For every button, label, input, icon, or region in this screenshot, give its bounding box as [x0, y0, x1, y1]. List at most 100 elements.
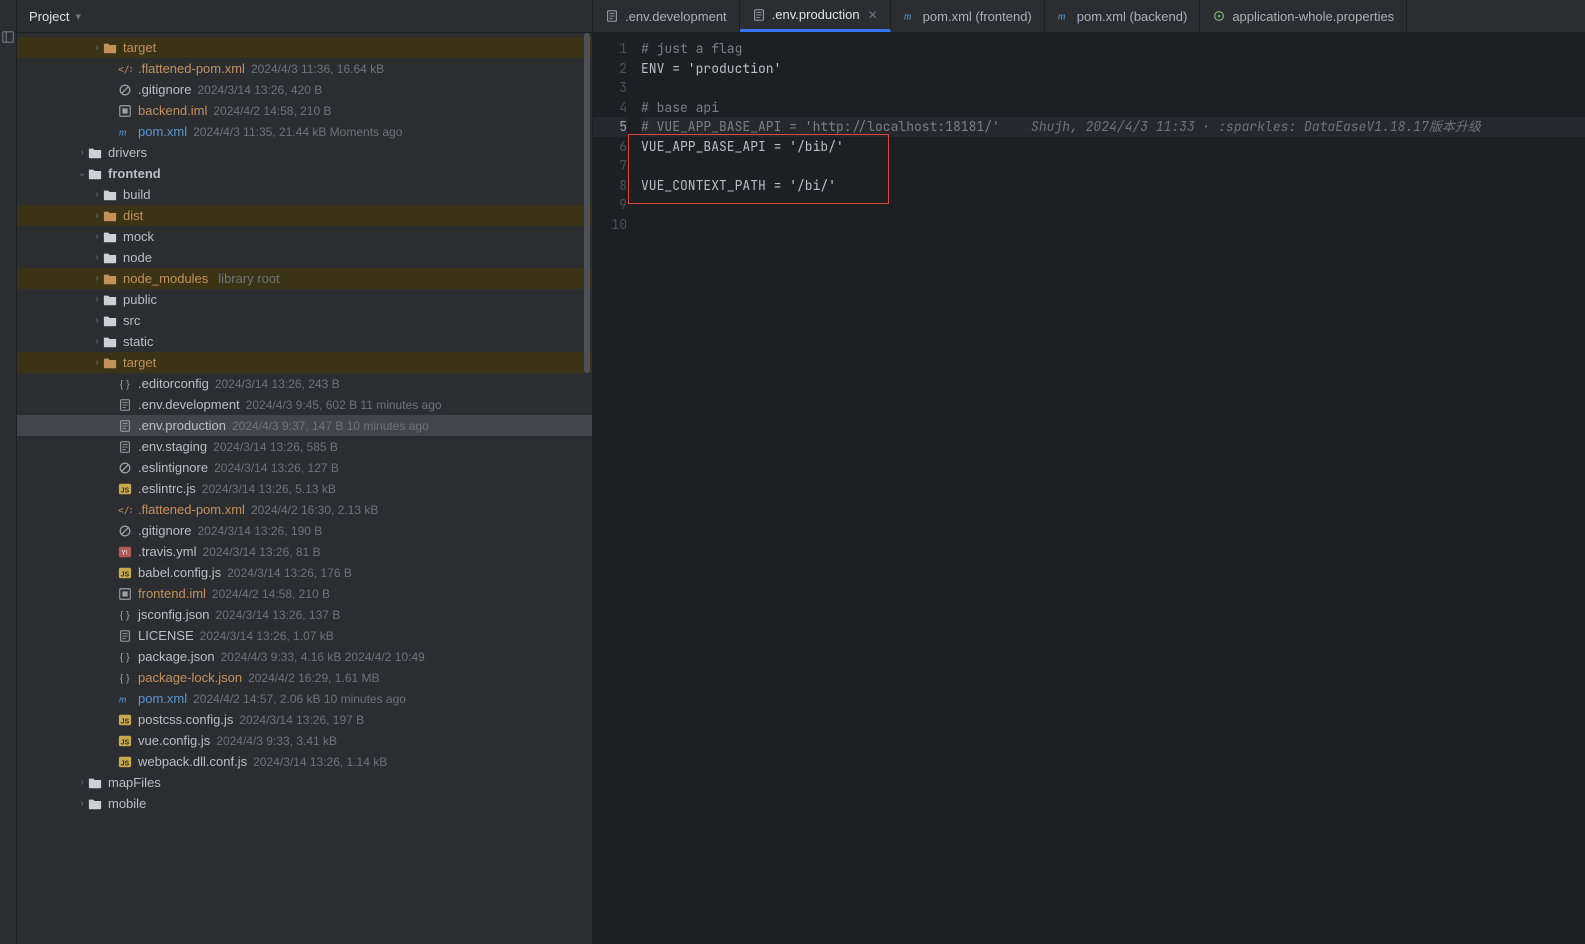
- tree-item[interactable]: ›drivers: [17, 142, 592, 163]
- code-line[interactable]: # VUE_APP_BASE_API = 'http://localhost:1…: [641, 117, 1585, 137]
- code-line[interactable]: VUE_APP_BASE_API = '/bib/': [641, 137, 1585, 157]
- tree-item[interactable]: { }package-lock.json2024/4/2 16:29, 1.61…: [17, 667, 592, 688]
- chevron-right-icon[interactable]: ›: [92, 189, 102, 200]
- tree-item[interactable]: ›mobile: [17, 793, 592, 814]
- folder-icon: [102, 292, 118, 308]
- tree-item-meta: 2024/4/3 11:36, 16.64 kB: [251, 62, 384, 76]
- tree-item[interactable]: ›node: [17, 247, 592, 268]
- tree-item[interactable]: Y!.travis.yml2024/3/14 13:26, 81 B: [17, 541, 592, 562]
- tree-item[interactable]: mpom.xml2024/4/2 14:57, 2.06 kB 10 minut…: [17, 688, 592, 709]
- chevron-down-icon[interactable]: ⌄: [77, 168, 87, 179]
- code-line[interactable]: [641, 156, 1585, 176]
- editor-code[interactable]: # just a flagENV = 'production' # base ap…: [641, 33, 1585, 944]
- tree-item-meta: 2024/4/3 9:33, 4.16 kB 2024/4/2 10:49: [221, 650, 425, 664]
- svg-text:{ }: { }: [120, 609, 130, 621]
- tree-item[interactable]: .gitignore2024/3/14 13:26, 190 B: [17, 520, 592, 541]
- tab-label: .env.development: [625, 9, 727, 24]
- code-line[interactable]: [641, 215, 1585, 235]
- tree-item[interactable]: LICENSE2024/3/14 13:26, 1.07 kB: [17, 625, 592, 646]
- tree-item[interactable]: { }package.json2024/4/3 9:33, 4.16 kB 20…: [17, 646, 592, 667]
- code-line[interactable]: ENV = 'production': [641, 59, 1585, 79]
- tree-item[interactable]: ›target: [17, 37, 592, 58]
- tree-item-label: public: [123, 292, 157, 307]
- code-line[interactable]: VUE_CONTEXT_PATH = '/bi/': [641, 176, 1585, 196]
- folder-o-icon: [102, 355, 118, 371]
- tree-item[interactable]: ⌄frontend: [17, 163, 592, 184]
- tree-item[interactable]: backend.iml2024/4/2 14:58, 210 B: [17, 100, 592, 121]
- tree-item-label: webpack.dll.conf.js: [138, 754, 247, 769]
- project-tool-icon[interactable]: [1, 30, 15, 44]
- close-icon[interactable]: ✕: [868, 8, 878, 22]
- tree-item[interactable]: ›node_moduleslibrary root: [17, 268, 592, 289]
- chevron-right-icon[interactable]: ›: [92, 315, 102, 326]
- tree-item[interactable]: ›build: [17, 184, 592, 205]
- chevron-right-icon[interactable]: ›: [92, 210, 102, 221]
- svg-text:JS: JS: [121, 571, 130, 578]
- tree-item[interactable]: JS.eslintrc.js2024/3/14 13:26, 5.13 kB: [17, 478, 592, 499]
- tree-item[interactable]: ›mock: [17, 226, 592, 247]
- code-line[interactable]: # just a flag: [641, 39, 1585, 59]
- tree-item[interactable]: </>.flattened-pom.xml2024/4/2 16:30, 2.1…: [17, 499, 592, 520]
- tree-item[interactable]: ›target: [17, 352, 592, 373]
- chevron-right-icon[interactable]: ›: [92, 252, 102, 263]
- line-number: 8: [593, 176, 627, 196]
- tree-item-label: jsconfig.json: [138, 607, 210, 622]
- yml-icon: Y!: [117, 544, 133, 560]
- folder-icon: [87, 145, 103, 161]
- chevron-right-icon[interactable]: ›: [92, 294, 102, 305]
- tree-item[interactable]: mpom.xml2024/4/3 11:35, 21.44 kB Moments…: [17, 121, 592, 142]
- chevron-right-icon[interactable]: ›: [92, 231, 102, 242]
- code-line[interactable]: [641, 195, 1585, 215]
- svg-text:Y!: Y!: [122, 549, 128, 556]
- tree-item[interactable]: .eslintignore2024/3/14 13:26, 127 B: [17, 457, 592, 478]
- tree-item[interactable]: .gitignore2024/3/14 13:26, 420 B: [17, 79, 592, 100]
- chevron-right-icon[interactable]: ›: [77, 798, 87, 809]
- tree-item[interactable]: { } jsconfig.json 2024/3/14 13:26, 137 B: [17, 604, 592, 625]
- tree-item[interactable]: .env.development2024/4/3 9:45, 602 B 11 …: [17, 394, 592, 415]
- chevron-right-icon[interactable]: ›: [77, 147, 87, 158]
- tree-item[interactable]: </>.flattened-pom.xml2024/4/3 11:36, 16.…: [17, 58, 592, 79]
- editor-tab[interactable]: .env.development: [593, 0, 740, 32]
- code-line[interactable]: # base api: [641, 98, 1585, 118]
- tree-item[interactable]: { }.editorconfig2024/3/14 13:26, 243 B: [17, 373, 592, 394]
- tree-item[interactable]: ›dist: [17, 205, 592, 226]
- tree-item-meta: 2024/4/2 14:58, 210 B: [212, 587, 330, 601]
- editor-tab[interactable]: mpom.xml (backend): [1045, 0, 1201, 32]
- tree-item[interactable]: JSwebpack.dll.conf.js2024/3/14 13:26, 1.…: [17, 751, 592, 772]
- tree-item-meta: 2024/3/14 13:26, 1.07 kB: [200, 629, 334, 643]
- editor-tab[interactable]: application-whole.properties: [1200, 0, 1407, 32]
- tree-item[interactable]: .env.production2024/4/3 9:37, 147 B 10 m…: [17, 415, 592, 436]
- tree-item[interactable]: .env.staging2024/3/14 13:26, 585 B: [17, 436, 592, 457]
- chevron-right-icon[interactable]: ›: [92, 273, 102, 284]
- code-line[interactable]: [641, 78, 1585, 98]
- folder-icon: [102, 313, 118, 329]
- tree-item[interactable]: frontend.iml2024/4/2 14:58, 210 B: [17, 583, 592, 604]
- code-editor[interactable]: 12345678910 # just a flagENV = 'producti…: [593, 33, 1585, 944]
- tree-item[interactable]: ›src: [17, 310, 592, 331]
- chevron-right-icon[interactable]: ›: [77, 777, 87, 788]
- tree-item[interactable]: ›mapFiles: [17, 772, 592, 793]
- editor-tab[interactable]: mpom.xml (frontend): [891, 0, 1045, 32]
- chevron-right-icon[interactable]: ›: [92, 42, 102, 53]
- tree-item-label: .gitignore: [138, 82, 191, 97]
- folder-o-icon: [102, 271, 118, 287]
- file-tree[interactable]: ›target</>.flattened-pom.xml2024/4/3 11:…: [17, 33, 592, 944]
- tree-scrollbar[interactable]: [584, 33, 590, 373]
- tree-item-meta: 2024/4/2 14:58, 210 B: [213, 104, 331, 118]
- chevron-right-icon[interactable]: ›: [92, 357, 102, 368]
- tree-item[interactable]: › public: [17, 289, 592, 310]
- chevron-right-icon[interactable]: ›: [92, 336, 102, 347]
- tree-item[interactable]: JSpostcss.config.js2024/3/14 13:26, 197 …: [17, 709, 592, 730]
- tree-item-meta: 2024/3/14 13:26, 176 B: [227, 566, 352, 580]
- ignore-icon: [117, 523, 133, 539]
- txt-icon: [117, 418, 133, 434]
- sidebar-header[interactable]: Project ▾: [17, 0, 592, 33]
- tree-item-meta: 2024/3/14 13:26, 190 B: [197, 524, 322, 538]
- tree-item[interactable]: JSvue.config.js2024/4/3 9:33, 3.41 kB: [17, 730, 592, 751]
- tree-item-meta: 2024/4/2 14:57, 2.06 kB 10 minutes ago: [193, 692, 406, 706]
- tree-item[interactable]: JSbabel.config.js2024/3/14 13:26, 176 B: [17, 562, 592, 583]
- tree-item[interactable]: ›static: [17, 331, 592, 352]
- editor-tab[interactable]: .env.production✕: [740, 0, 891, 32]
- tree-item-meta: 2024/3/14 13:26, 137 B: [216, 608, 341, 622]
- txt-icon: [605, 9, 619, 23]
